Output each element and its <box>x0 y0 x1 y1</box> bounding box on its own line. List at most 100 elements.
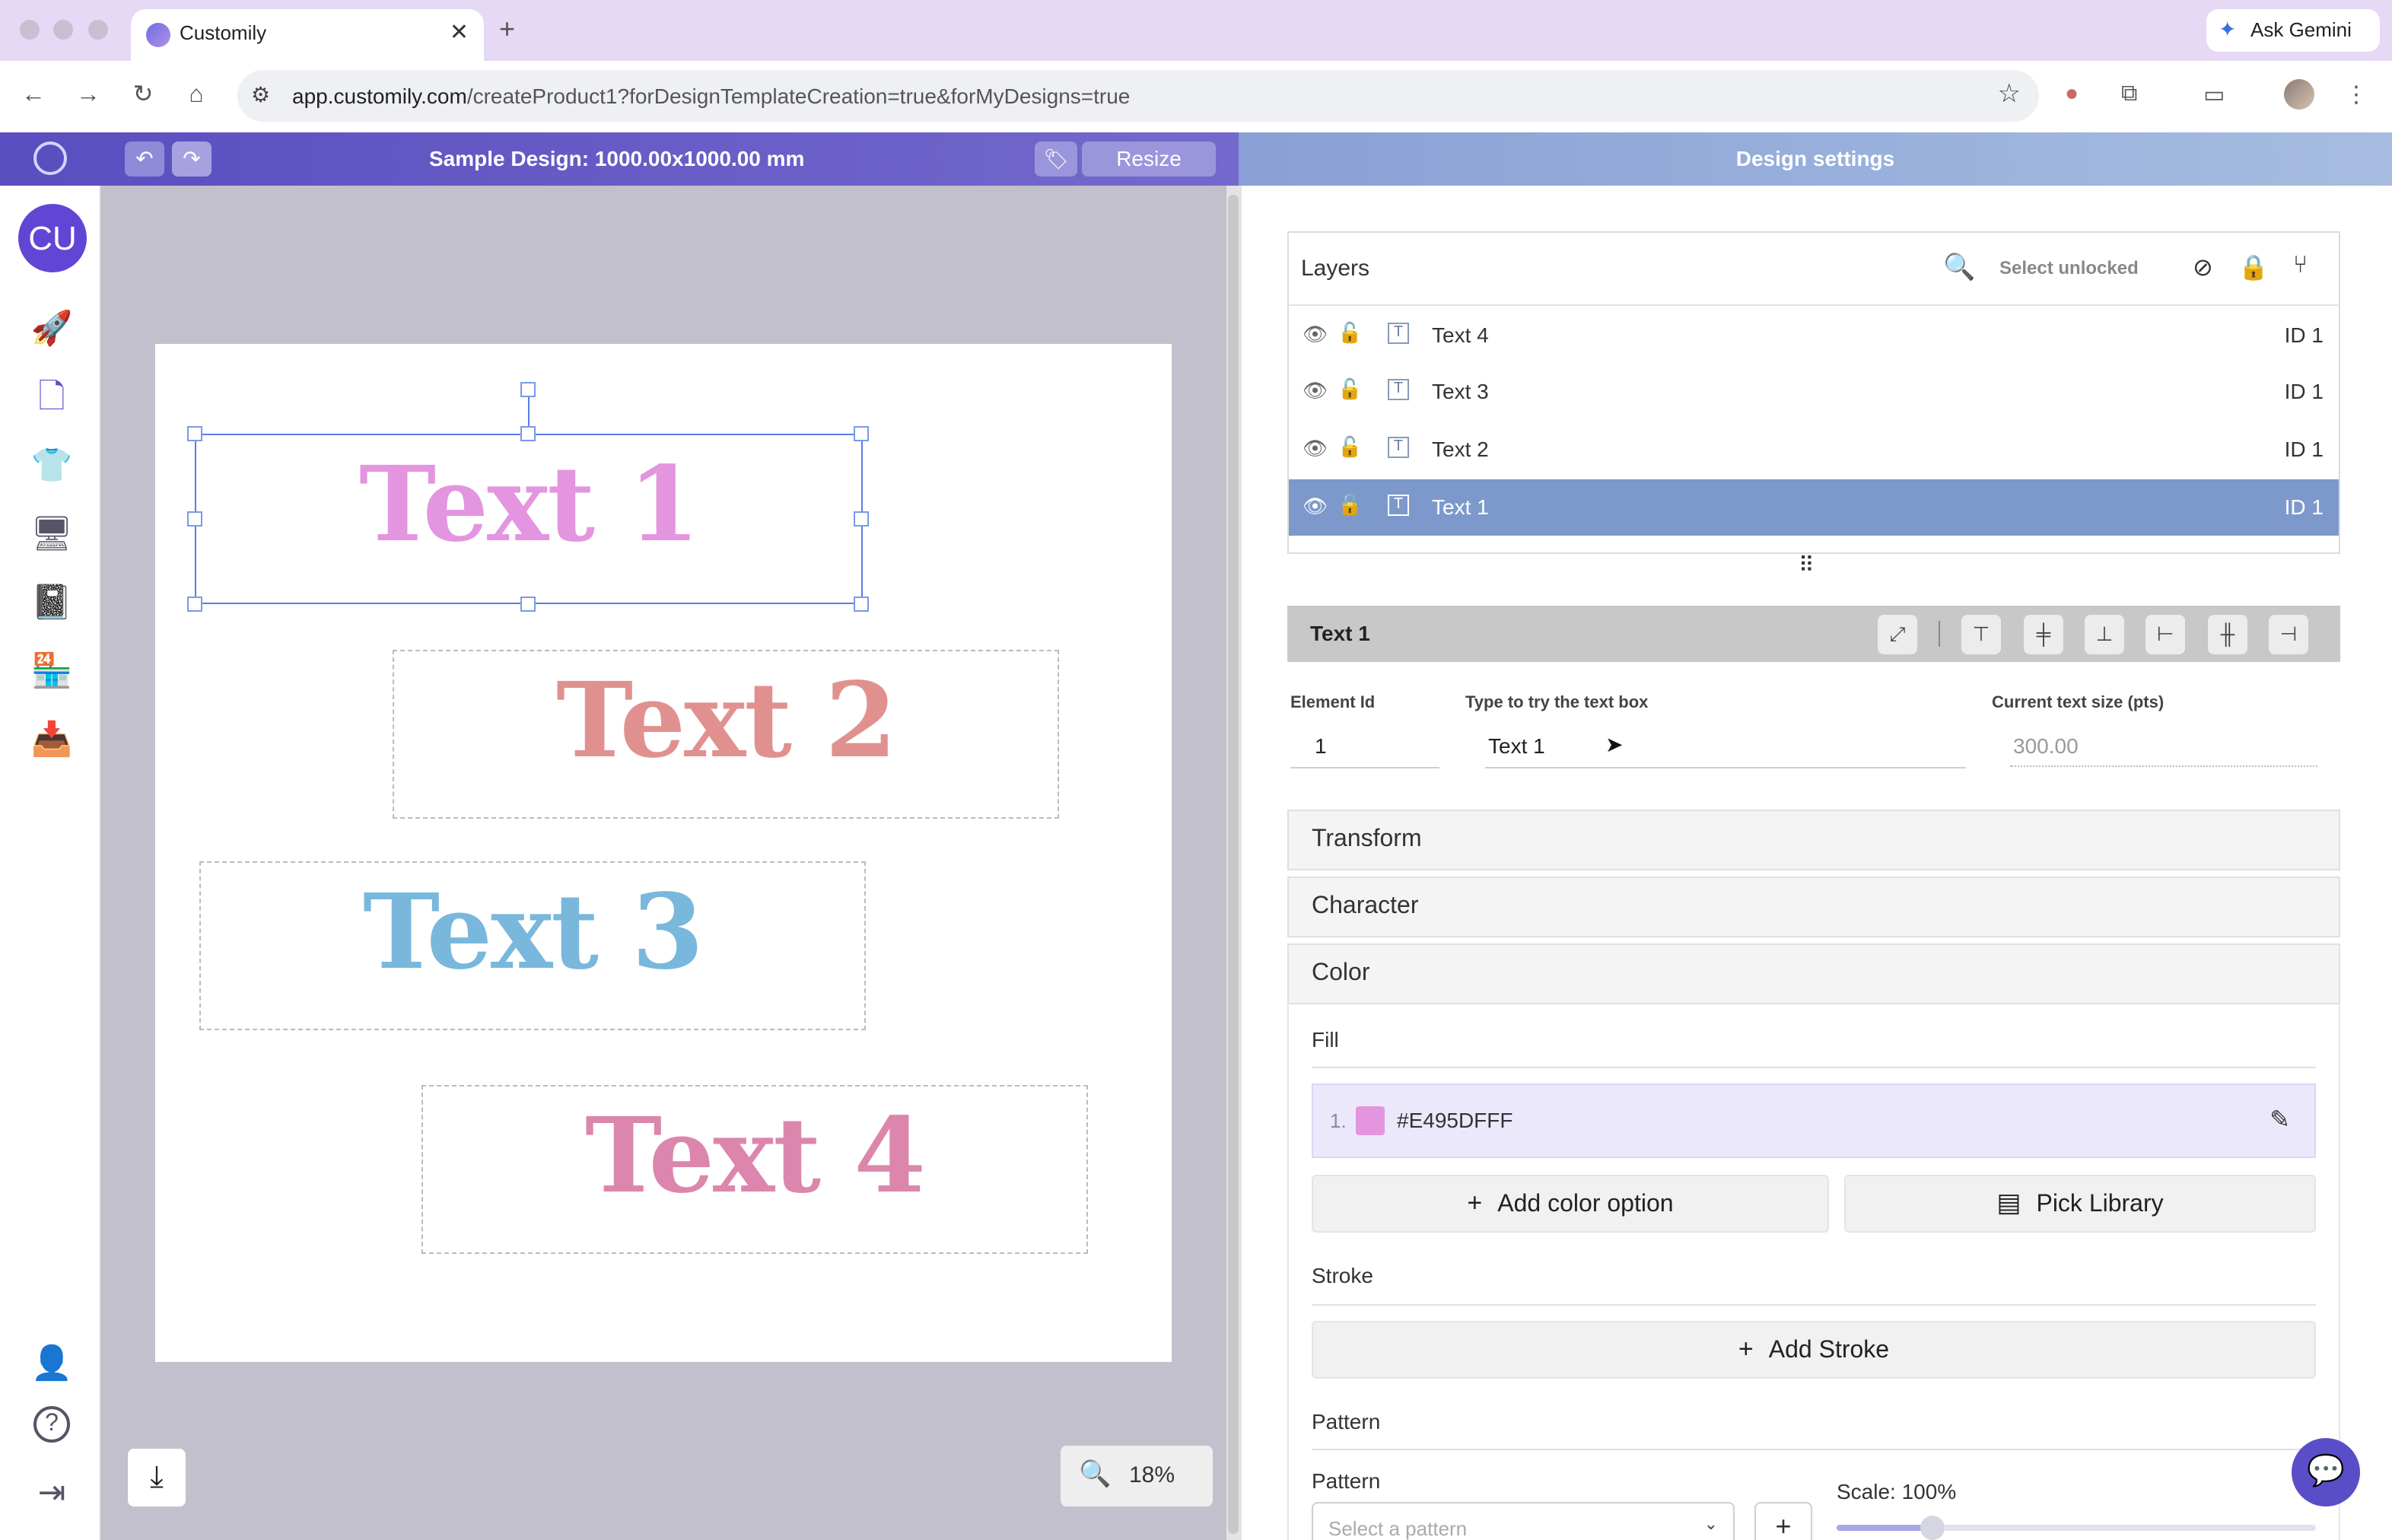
visibility-eye-icon[interactable]: 👁 <box>1303 437 1328 461</box>
element-id-input[interactable]: 1 <box>1315 733 1327 758</box>
user-avatar[interactable]: CU <box>18 204 87 272</box>
resize-handle-l[interactable] <box>187 511 202 527</box>
visibility-eye-icon[interactable]: 👁 <box>1303 323 1328 347</box>
rotate-handle[interactable] <box>520 382 536 397</box>
panel-drag-handle-icon[interactable]: ⠿ <box>1799 552 1815 578</box>
resize-button[interactable]: Resize <box>1082 142 1216 177</box>
profile-avatar[interactable] <box>2284 79 2314 110</box>
ask-gemini-button[interactable]: ✦ Ask Gemini <box>2206 9 2380 52</box>
layer-row[interactable]: 👁 🔓 T Text 3 ID 1 <box>1289 364 2339 420</box>
maximize-window-icon[interactable] <box>88 20 108 40</box>
layer-tree-icon[interactable]: ⑂ <box>2293 253 2308 280</box>
zoom-search-icon: 🔍 <box>1079 1459 1112 1488</box>
document-icon[interactable]: 🗋 <box>30 376 73 418</box>
close-window-icon[interactable] <box>20 20 40 40</box>
pattern-select[interactable]: Select a pattern ⌄ <box>1312 1502 1735 1540</box>
scale-slider-knob[interactable] <box>1920 1516 1945 1540</box>
extension-icon[interactable]: ● <box>2065 81 2079 107</box>
bookmark-star-icon[interactable]: ☆ <box>1998 79 2021 110</box>
library-icon: ▤ <box>1996 1188 2021 1217</box>
transform-section[interactable]: Transform <box>1287 810 2340 870</box>
forward-icon[interactable]: → <box>72 79 105 113</box>
scale-slider[interactable] <box>1837 1516 2316 1540</box>
add-color-option-button[interactable]: + Add color option <box>1312 1175 1829 1233</box>
text-input[interactable]: Text 1 <box>1488 733 1545 758</box>
align-center-icon[interactable]: ╫ <box>2208 615 2247 654</box>
reload-icon[interactable]: ↻ <box>126 79 160 113</box>
inbox-icon[interactable]: 📥 <box>30 718 73 761</box>
visibility-eye-icon[interactable]: 👁 <box>1303 379 1328 403</box>
canvas-scrollbar[interactable] <box>1226 186 1242 1540</box>
unlock-icon[interactable]: 🔓 <box>1338 435 1362 460</box>
chat-support-button[interactable]: 💬 <box>2292 1438 2360 1507</box>
book-icon[interactable]: 📓 <box>30 581 73 624</box>
zoom-control[interactable]: 🔍 18% <box>1061 1446 1213 1507</box>
artboard[interactable]: Text 1 Text 2 Text 3 Text 4 <box>155 344 1172 1362</box>
text-box-3[interactable]: Text 3 <box>199 861 866 1030</box>
undo-button[interactable]: ↶ <box>125 142 164 177</box>
resize-handle-br[interactable] <box>854 597 869 612</box>
align-bottom-icon[interactable]: ⊥ <box>2085 615 2124 654</box>
resize-handle-r[interactable] <box>854 511 869 527</box>
rocket-icon[interactable]: 🚀 <box>30 307 73 350</box>
user-settings-icon[interactable]: 👤 <box>30 1342 73 1385</box>
align-right-icon[interactable]: ⊣ <box>2269 615 2308 654</box>
logout-icon[interactable]: ⇥ <box>30 1472 73 1514</box>
text-size-input: 300.00 <box>2013 733 2079 758</box>
new-tab-button[interactable]: + <box>499 14 515 46</box>
unlock-icon[interactable]: 🔓 <box>1338 321 1362 345</box>
add-stroke-button[interactable]: + Add Stroke <box>1312 1321 2316 1379</box>
minimize-window-icon[interactable] <box>53 20 73 40</box>
fit-to-canvas-icon[interactable]: ⤢ <box>1878 615 1917 654</box>
color-section[interactable]: Color <box>1287 943 2340 1004</box>
text-box-1[interactable]: Text 1 <box>195 434 863 604</box>
text-box-4[interactable]: Text 4 <box>421 1085 1088 1254</box>
edit-pencil-icon[interactable]: ✎ <box>2270 1105 2290 1135</box>
unlock-icon[interactable]: 🔓 <box>1338 493 1362 517</box>
close-tab-icon[interactable]: ✕ <box>450 18 469 46</box>
add-pattern-button[interactable]: + <box>1754 1502 1812 1540</box>
tshirt-icon[interactable]: 👕 <box>30 444 73 487</box>
align-left-icon[interactable]: ⊢ <box>2145 615 2185 654</box>
layer-id: ID 1 <box>2284 323 2324 347</box>
select-unlocked-button[interactable]: Select unlocked <box>1999 257 2139 278</box>
layer-search-icon[interactable]: 🔍 <box>1943 253 1975 283</box>
hide-all-eye-icon[interactable]: ⊘ <box>2193 253 2213 283</box>
browser-menu-icon[interactable]: ⋮ <box>2345 81 2368 108</box>
pick-library-button[interactable]: ▤ Pick Library <box>1844 1175 2316 1233</box>
text-box-2[interactable]: Text 2 <box>393 650 1059 819</box>
fill-color-row[interactable]: 1. #E495DFFF ✎ <box>1312 1083 2316 1158</box>
resize-handle-b[interactable] <box>520 597 536 612</box>
layer-row-selected[interactable]: 👁 🔓 T Text 1 ID 1 <box>1289 479 2339 536</box>
resize-handle-t[interactable] <box>520 426 536 441</box>
site-settings-icon[interactable]: ⚙ <box>251 82 270 108</box>
canvas-scrollbar-thumb[interactable] <box>1228 195 1239 1534</box>
resize-handle-tr[interactable] <box>854 426 869 441</box>
tag-button[interactable]: 🏷 <box>1035 142 1077 177</box>
resize-handle-bl[interactable] <box>187 597 202 612</box>
cast-icon[interactable]: ▭ <box>2203 81 2225 108</box>
redo-button[interactable]: ↷ <box>172 142 212 177</box>
help-icon[interactable]: ? <box>33 1406 70 1443</box>
url-bar[interactable]: ⚙ app.customily.com/createProduct1?forDe… <box>237 70 2039 122</box>
monitor-icon[interactable]: 🖥 <box>30 513 73 555</box>
lock-all-icon[interactable]: 🔒 <box>2238 253 2269 283</box>
layer-row[interactable]: 👁 🔓 T Text 4 ID 1 <box>1289 307 2339 364</box>
browser-tab[interactable]: Customily ✕ <box>131 9 484 61</box>
download-button[interactable]: ⤓ <box>128 1449 186 1507</box>
layer-row[interactable]: 👁 🔓 T Text 2 ID 1 <box>1289 422 2339 478</box>
character-section[interactable]: Character <box>1287 877 2340 937</box>
fill-index: 1. <box>1330 1109 1347 1132</box>
puzzle-extensions-icon[interactable]: ⧉ <box>2121 81 2137 107</box>
fill-color-swatch[interactable] <box>1356 1106 1385 1135</box>
store-icon[interactable]: 🏪 <box>30 650 73 692</box>
home-icon[interactable]: ⌂ <box>180 79 213 113</box>
back-icon[interactable]: ← <box>17 79 50 113</box>
align-top-icon[interactable]: ⊤ <box>1961 615 2001 654</box>
align-middle-icon[interactable]: ╪ <box>2024 615 2063 654</box>
unlock-icon[interactable]: 🔓 <box>1338 377 1362 402</box>
visibility-eye-icon[interactable]: 👁 <box>1303 495 1328 519</box>
address-bar-row: ← → ↻ ⌂ ⚙ app.customily.com/createProduc… <box>0 61 2392 131</box>
customily-logo-icon[interactable] <box>33 142 67 175</box>
resize-handle-tl[interactable] <box>187 426 202 441</box>
